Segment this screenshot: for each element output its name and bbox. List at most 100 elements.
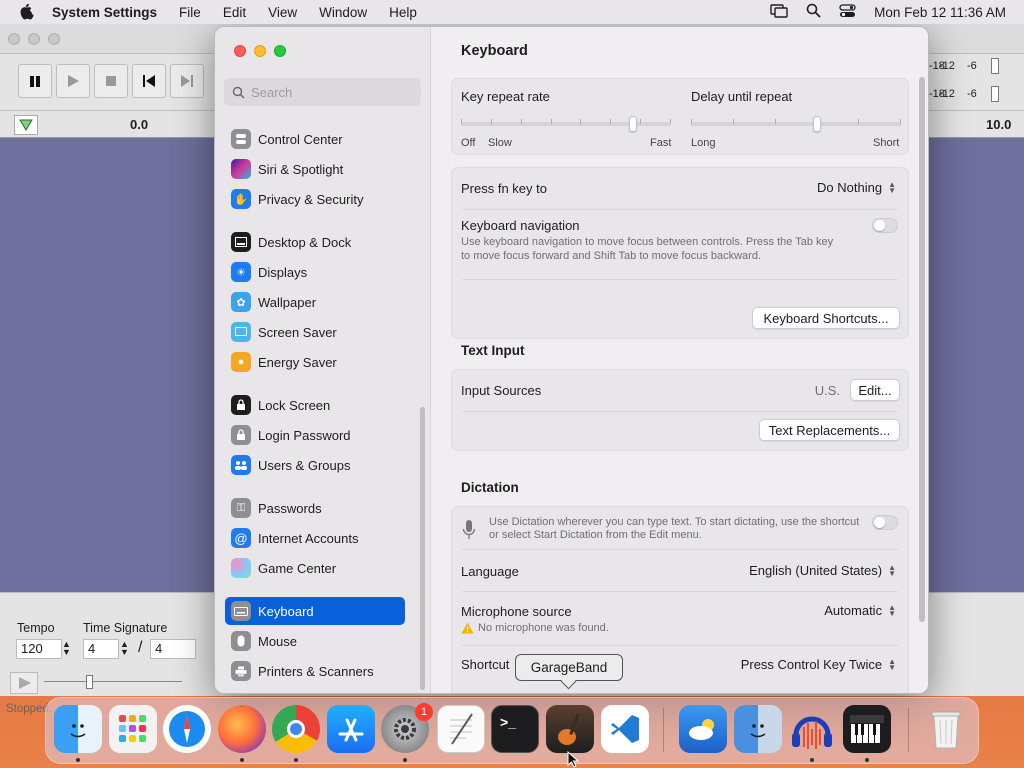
menu-clock[interactable]: Mon Feb 12 11:36 AM	[874, 5, 1006, 20]
sidebar-item-label: Energy Saver	[258, 354, 337, 370]
users-icon	[231, 455, 251, 475]
sidebar-item-game-center[interactable]: Game Center	[225, 554, 405, 582]
speed-slider[interactable]	[44, 681, 182, 682]
content-scrollbar[interactable]	[919, 77, 925, 622]
sidebar-item-control-center[interactable]: Control Center	[225, 125, 405, 153]
textedit-icon[interactable]	[437, 705, 485, 753]
bg-close-button[interactable]	[8, 33, 20, 45]
slider-tick	[775, 119, 776, 124]
trash-icon[interactable]	[922, 705, 970, 753]
menu-bar: System Settings File Edit View Window He…	[0, 0, 1024, 24]
menu-help[interactable]: Help	[389, 5, 417, 20]
fn-key-popup[interactable]: Do Nothing ▲ ▼	[817, 180, 896, 195]
sidebar-item-label: Game Center	[258, 560, 337, 576]
search-field[interactable]: Search	[224, 78, 421, 106]
menu-window[interactable]: Window	[319, 5, 367, 20]
skip-start-button[interactable]	[132, 64, 166, 98]
safari-icon[interactable]	[163, 705, 211, 753]
system-settings-window: Search Control Center Siri & Spotlight ✋…	[214, 26, 929, 694]
sidebar-item-displays[interactable]: ☀ Displays	[225, 258, 405, 286]
stop-button[interactable]	[94, 64, 128, 98]
playhead-triangle-icon[interactable]	[14, 115, 38, 135]
terminal-icon[interactable]: >_	[491, 705, 539, 753]
sidebar-item-users-groups[interactable]: Users & Groups	[225, 451, 405, 479]
text-replacements-button[interactable]: Text Replacements...	[759, 419, 900, 441]
sidebar-item-wallpaper[interactable]: ✿ Wallpaper	[225, 288, 405, 316]
dictation-toggle[interactable]	[872, 515, 898, 530]
tempo-stepper[interactable]: ▲ ▼	[62, 640, 71, 657]
menu-edit[interactable]: Edit	[223, 5, 246, 20]
firefox-icon[interactable]	[218, 705, 266, 753]
vscode-icon[interactable]	[601, 705, 649, 753]
input-sources-edit-button[interactable]: Edit...	[850, 379, 900, 401]
garageband-icon[interactable]	[546, 705, 594, 753]
keyboard-navigation-toggle[interactable]	[872, 218, 898, 233]
weather-icon[interactable]	[679, 705, 727, 753]
speed-slider-handle[interactable]	[86, 675, 93, 689]
sidebar-scrollbar[interactable]	[420, 407, 425, 690]
microphone-source-popup[interactable]: Automatic ▲ ▼	[824, 603, 896, 618]
apple-menu-icon[interactable]	[18, 3, 36, 21]
meter-slider-handle[interactable]	[991, 58, 999, 74]
keyboard-shortcuts-button[interactable]: Keyboard Shortcuts...	[752, 307, 900, 329]
preview-icon[interactable]	[734, 705, 782, 753]
sidebar-item-lock-screen[interactable]: Lock Screen	[225, 391, 405, 419]
sidebar-item-energy-saver[interactable]: ● Energy Saver	[225, 348, 405, 376]
sidebar-item-mouse[interactable]: Mouse	[225, 627, 405, 655]
menu-view[interactable]: View	[268, 5, 297, 20]
slider-tick	[691, 119, 692, 124]
sidebar-item-internet-accounts[interactable]: @ Internet Accounts	[225, 524, 405, 552]
chrome-icon[interactable]	[272, 705, 320, 753]
finder-icon[interactable]	[54, 705, 102, 753]
menu-app-name[interactable]: System Settings	[52, 5, 157, 20]
updown-chevron-icon: ▲ ▼	[888, 562, 896, 578]
play-button[interactable]	[56, 64, 90, 98]
sidebar-item-printers-scanners[interactable]: Printers & Scanners	[225, 657, 405, 685]
bg-zoom-button[interactable]	[48, 33, 60, 45]
tempo-field[interactable]: 120	[16, 639, 62, 659]
screen-mirroring-icon[interactable]	[770, 3, 788, 21]
ts-numerator-field[interactable]: 4	[83, 639, 119, 659]
spotlight-search-icon[interactable]	[806, 3, 821, 21]
play-at-speed-button[interactable]	[10, 672, 38, 694]
sidebar-item-keyboard[interactable]: Keyboard	[225, 597, 405, 625]
dictation-header: Dictation	[461, 480, 519, 495]
language-label: Language	[461, 564, 519, 579]
key-icon: ⚿	[231, 498, 251, 518]
search-icon	[232, 86, 245, 99]
sidebar-item-desktop-dock[interactable]: Desktop & Dock	[225, 228, 405, 256]
meter-slider-handle[interactable]	[991, 86, 999, 102]
ts-denominator-select[interactable]: 4	[150, 639, 196, 659]
sidebar-item-siri-spotlight[interactable]: Siri & Spotlight	[225, 155, 405, 183]
piano-icon[interactable]	[843, 705, 891, 753]
language-popup[interactable]: English (United States) ▲ ▼	[749, 563, 896, 578]
audacity-icon[interactable]	[788, 705, 836, 753]
skip-end-button[interactable]	[170, 64, 204, 98]
delay-repeat-slider[interactable]	[691, 122, 901, 126]
bg-minimize-button[interactable]	[28, 33, 40, 45]
running-indicator	[76, 758, 80, 762]
app-store-icon[interactable]	[327, 705, 375, 753]
sidebar-item-login-password[interactable]: Login Password	[225, 421, 405, 449]
menu-file[interactable]: File	[179, 5, 201, 20]
control-center-icon[interactable]	[839, 3, 856, 21]
minimize-button[interactable]	[254, 45, 266, 57]
bulb-icon: ●	[231, 352, 251, 372]
launchpad-icon[interactable]	[109, 705, 157, 753]
sidebar-item-screen-saver[interactable]: Screen Saver	[225, 318, 405, 346]
sidebar-item-privacy-security[interactable]: ✋ Privacy & Security	[225, 185, 405, 213]
delay-repeat-slider-handle[interactable]	[813, 116, 821, 132]
divider	[462, 591, 898, 592]
sidebar-item-label: Displays	[258, 264, 308, 280]
mouse-cursor-icon	[567, 750, 580, 768]
close-button[interactable]	[234, 45, 246, 57]
ts-numerator-stepper[interactable]: ▲ ▼	[120, 640, 129, 657]
zoom-button[interactable]	[274, 45, 286, 57]
running-indicator	[294, 758, 298, 762]
key-repeat-slider-handle[interactable]	[629, 116, 638, 132]
printer-icon	[231, 661, 251, 681]
sidebar-item-passwords[interactable]: ⚿ Passwords	[225, 494, 405, 522]
pause-button[interactable]	[18, 64, 52, 98]
search-placeholder: Search	[251, 84, 293, 100]
shortcut-popup[interactable]: Press Control Key Twice ▲ ▼	[741, 657, 896, 672]
